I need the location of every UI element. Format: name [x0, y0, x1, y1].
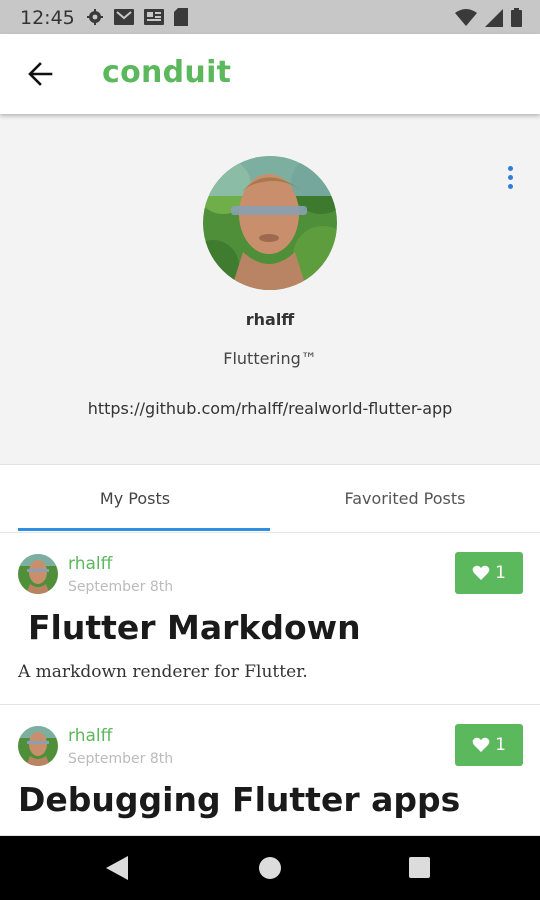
battery-icon — [511, 8, 522, 27]
tab-bar: My Posts Favorited Posts — [0, 465, 540, 533]
nav-back-icon[interactable] — [106, 856, 128, 880]
status-right-icons — [455, 8, 522, 27]
post-title[interactable]: Debugging Flutter apps — [18, 780, 460, 819]
tab-indicator — [18, 528, 270, 531]
author-avatar[interactable] — [18, 554, 58, 594]
post-title[interactable]: Flutter Markdown — [28, 608, 361, 647]
author-avatar[interactable] — [18, 726, 58, 766]
tab-favorited-posts[interactable]: Favorited Posts — [270, 465, 540, 531]
tab-my-posts[interactable]: My Posts — [0, 465, 270, 531]
post-description: A markdown renderer for Flutter. — [18, 662, 308, 682]
arrow-left-icon — [28, 62, 53, 86]
heart-icon — [472, 565, 490, 580]
post-card[interactable]: rhalff September 8th 1 Flutter Markdown … — [0, 534, 540, 705]
favorite-count: 1 — [495, 735, 506, 755]
post-card[interactable]: rhalff September 8th 1 Debugging Flutter… — [0, 706, 540, 836]
status-left-icons — [86, 8, 188, 26]
sd-card-icon — [174, 8, 188, 26]
post-date: September 8th — [68, 751, 174, 767]
profile-username: rhalff — [245, 310, 295, 329]
status-time: 12:45 — [20, 7, 75, 29]
system-nav-bar — [0, 836, 540, 900]
more-options-button[interactable] — [498, 160, 522, 194]
news-icon — [144, 9, 164, 25]
profile-link[interactable]: https://github.com/rhalff/realworld-flut… — [0, 399, 540, 418]
nav-home-icon[interactable] — [259, 857, 281, 879]
back-button[interactable] — [22, 56, 58, 92]
nav-recents-icon[interactable] — [409, 857, 430, 878]
profile-bio: Fluttering™ — [223, 349, 317, 368]
status-bar: 12:45 — [0, 0, 540, 34]
favorite-button[interactable]: 1 — [455, 724, 523, 766]
profile-avatar — [203, 156, 337, 290]
post-date: September 8th — [68, 579, 174, 595]
post-author[interactable]: rhalff — [68, 726, 112, 746]
gmail-icon — [114, 9, 134, 25]
favorite-count: 1 — [495, 563, 506, 583]
favorite-button[interactable]: 1 — [455, 552, 523, 594]
wifi-icon — [455, 8, 477, 26]
heart-icon — [472, 737, 490, 752]
more-vert-icon — [507, 165, 513, 171]
app-bar: conduit — [0, 34, 540, 114]
app-title: conduit — [102, 55, 232, 90]
settings-icon — [87, 9, 103, 25]
profile-header: rhalff Fluttering™ https://github.com/rh… — [0, 114, 540, 465]
avatar-image — [203, 156, 337, 290]
signal-icon — [485, 8, 503, 27]
post-author[interactable]: rhalff — [68, 554, 112, 574]
